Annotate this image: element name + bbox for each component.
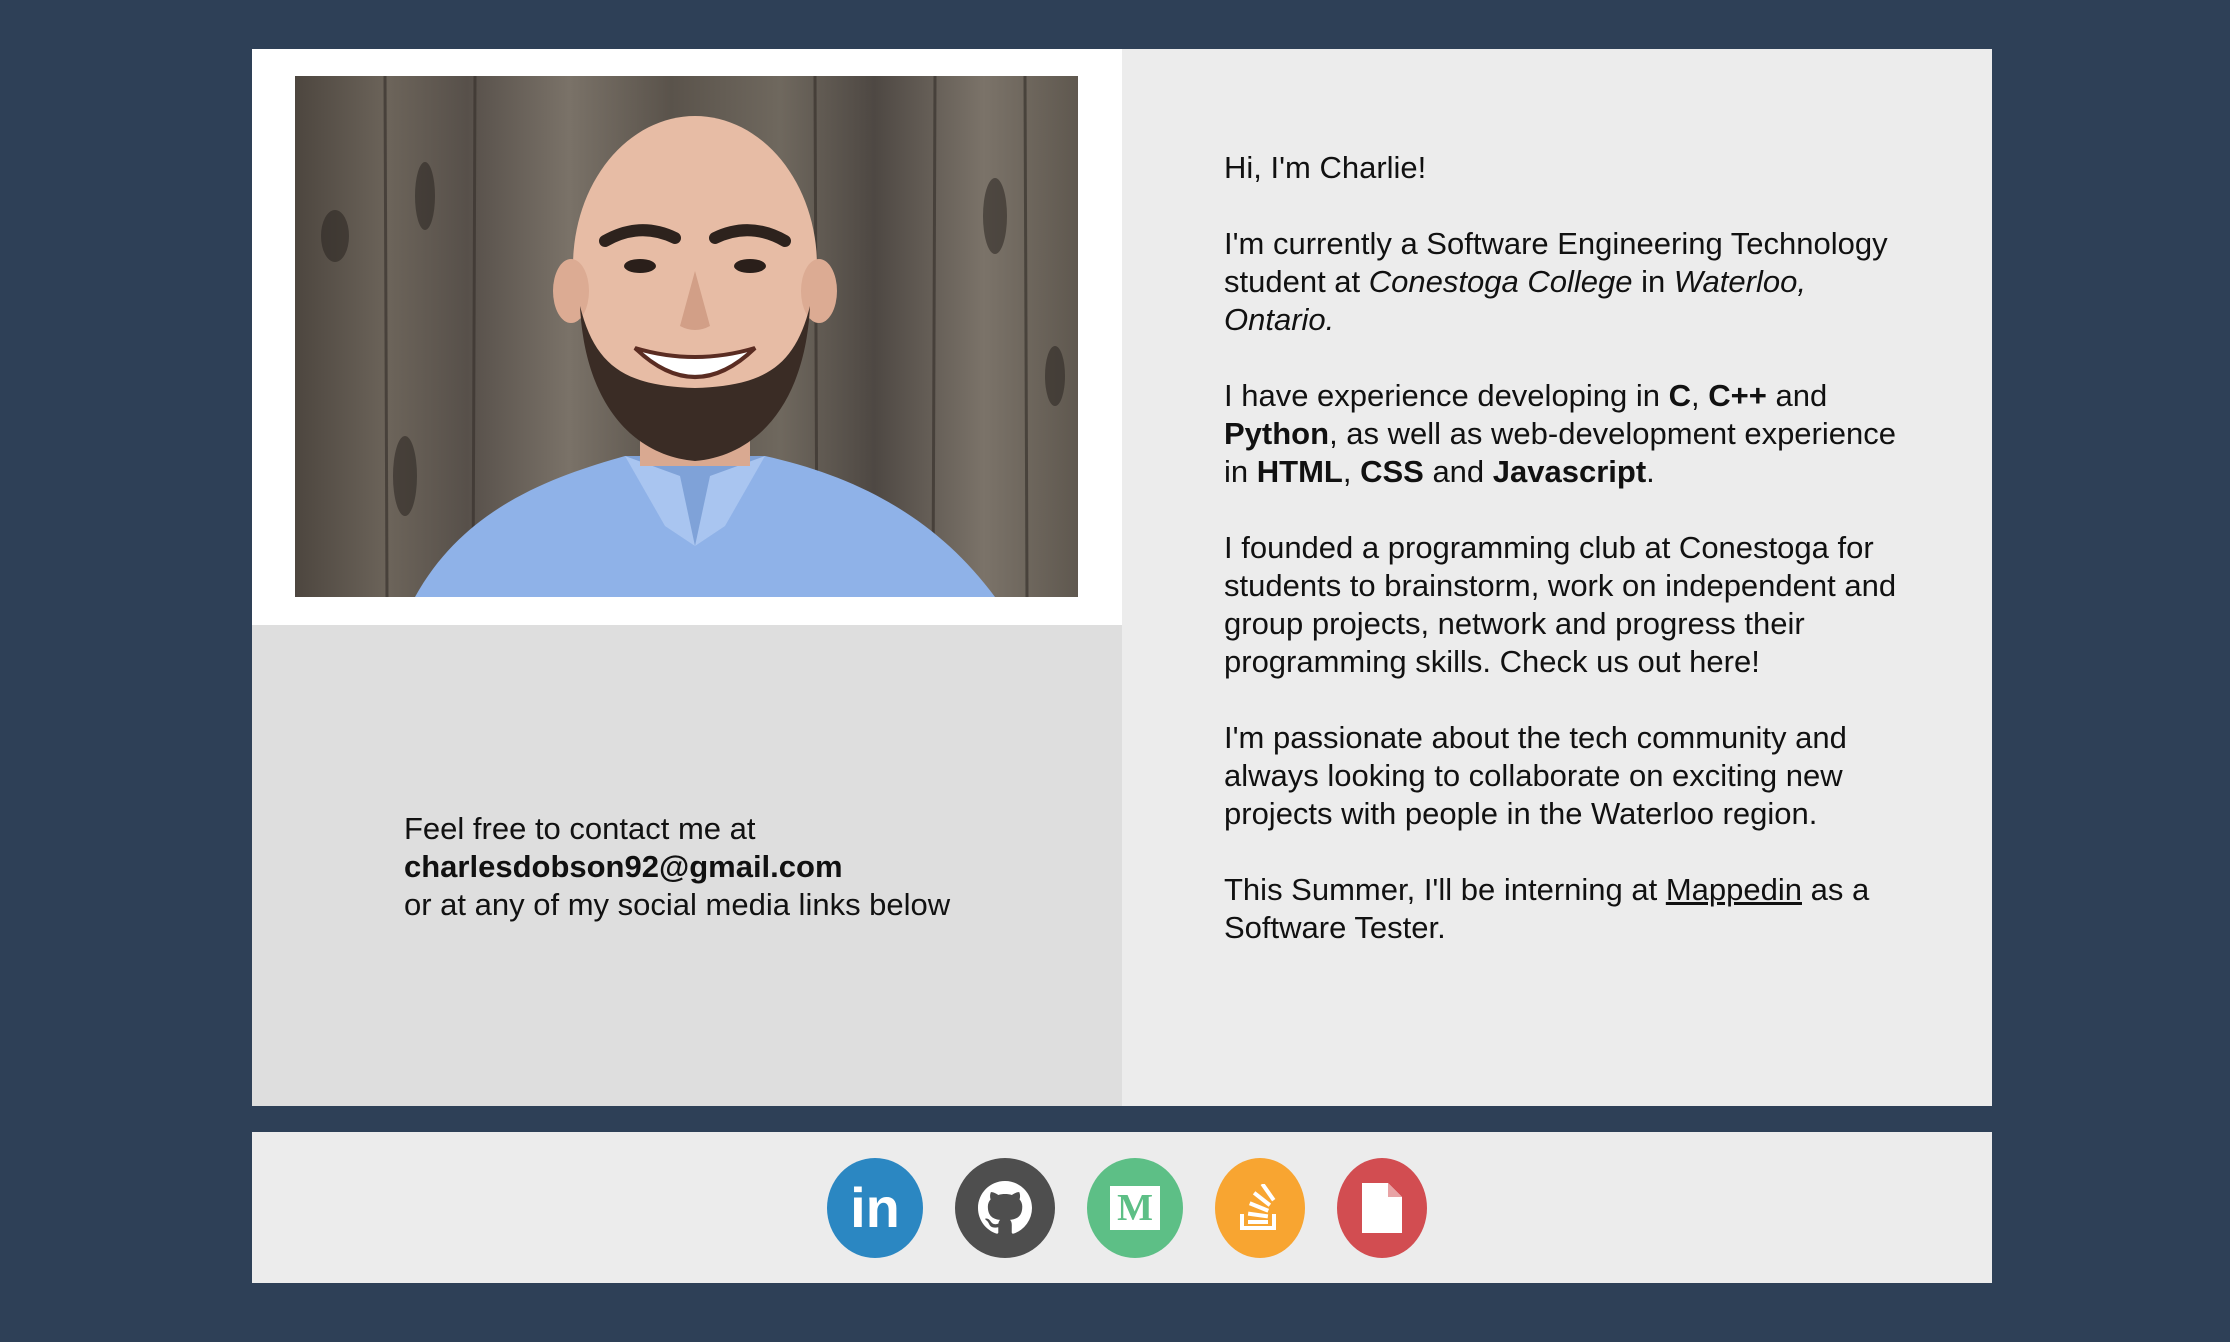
linkedin-button[interactable]: in xyxy=(827,1157,923,1258)
bio-text: Hi, I'm Charlie! I'm currently a Softwar… xyxy=(1224,149,1904,985)
github-button[interactable] xyxy=(955,1157,1055,1258)
photo-frame xyxy=(252,49,1122,625)
medium-icon: M xyxy=(1110,1185,1160,1230)
github-icon xyxy=(978,1180,1032,1234)
bio-greeting: Hi, I'm Charlie! xyxy=(1224,150,1427,185)
contact-intro: Feel free to contact me at xyxy=(404,811,756,846)
contact-email[interactable]: charlesdobson92@gmail.com xyxy=(404,848,950,886)
contact-outro: or at any of my social media links below xyxy=(404,887,951,922)
profile-photo xyxy=(295,76,1078,597)
bio-passion: I'm passionate about the tech community … xyxy=(1224,720,1847,831)
linkedin-icon: in xyxy=(850,1175,900,1239)
stackoverflow-icon xyxy=(1240,1183,1276,1230)
bio-internship: This Summer, I'll be interning at Mapped… xyxy=(1224,872,1870,945)
social-footer: in M xyxy=(252,1132,1992,1283)
resume-button[interactable] xyxy=(1337,1157,1427,1258)
medium-button[interactable]: M xyxy=(1087,1157,1183,1258)
bio-skills: I have experience developing in C, C++ a… xyxy=(1224,378,1896,489)
social-links: in M xyxy=(827,1157,1427,1258)
contact-panel: Feel free to contact me at charlesdobson… xyxy=(252,625,1122,1106)
resume-icon xyxy=(1362,1182,1402,1233)
stackoverflow-button[interactable] xyxy=(1215,1157,1305,1258)
bio-education: I'm currently a Software Engineering Tec… xyxy=(1224,226,1888,337)
bio-club: I founded a programming club at Conestog… xyxy=(1224,530,1897,679)
left-column: Feel free to contact me at charlesdobson… xyxy=(252,49,1122,1106)
contact-text: Feel free to contact me at charlesdobson… xyxy=(404,810,950,924)
bio-panel: Hi, I'm Charlie! I'm currently a Softwar… xyxy=(1122,49,1992,1106)
profile-card: Feel free to contact me at charlesdobson… xyxy=(252,49,1992,1106)
mappedin-link[interactable]: Mappedin xyxy=(1666,872,1802,907)
